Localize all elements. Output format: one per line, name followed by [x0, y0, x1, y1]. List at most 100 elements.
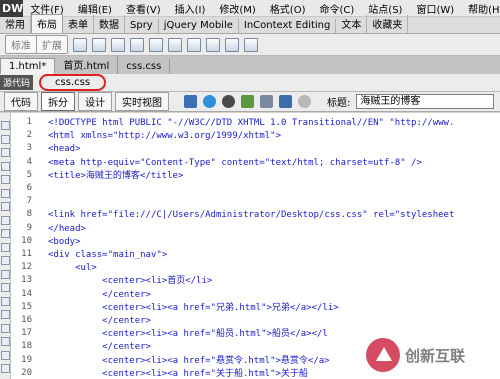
- spry-menu-icon[interactable]: [130, 37, 144, 52]
- menu-insert[interactable]: 插入(I): [168, 1, 213, 16]
- code-line[interactable]: </center>: [48, 289, 151, 301]
- div-tag-icon[interactable]: [73, 37, 87, 52]
- line-number: 8: [26, 209, 32, 220]
- standard-mode-button[interactable]: 标准: [6, 36, 36, 53]
- coding-tool-icon[interactable]: [1, 175, 10, 184]
- visual-aids-icon[interactable]: [260, 95, 273, 108]
- iframe-icon[interactable]: [225, 37, 239, 52]
- code-line[interactable]: <head>: [48, 143, 81, 155]
- menu-commands[interactable]: 命令(C): [313, 1, 362, 16]
- menu-window[interactable]: 窗口(W): [409, 1, 461, 16]
- tab-spry[interactable]: Spry: [125, 19, 159, 33]
- code-line[interactable]: <div class="main_nav">: [48, 249, 167, 261]
- expanded-mode-button[interactable]: 扩展: [36, 36, 67, 53]
- tab-layout[interactable]: 布局: [31, 14, 63, 33]
- line-number: 6: [26, 183, 32, 193]
- code-line[interactable]: </center>: [48, 341, 151, 353]
- coding-tool-icon[interactable]: [1, 323, 10, 333]
- coding-tool-icon[interactable]: [1, 337, 10, 346]
- code-line[interactable]: </center>: [48, 315, 151, 327]
- line-number: 12: [21, 262, 32, 273]
- tab-data[interactable]: 数据: [94, 15, 125, 33]
- code-line[interactable]: <html xmlns="http://www.w3.org/1999/xhtm…: [48, 130, 281, 142]
- tab-incontext-editing[interactable]: InContext Editing: [239, 19, 337, 33]
- coding-tool-icon[interactable]: [1, 269, 10, 279]
- line-number: 1: [26, 117, 32, 127]
- code-line[interactable]: <body>: [48, 236, 81, 248]
- doc-tab-home-html[interactable]: 首页.html: [55, 55, 119, 74]
- related-file-css[interactable]: css.css: [39, 74, 107, 91]
- tab-jquery-mobile[interactable]: jQuery Mobile: [159, 19, 239, 33]
- coding-tool-icon[interactable]: [1, 134, 10, 144]
- code-line[interactable]: <!DOCTYPE html PUBLIC "-//W3C//DTD XHTML…: [48, 117, 454, 129]
- code-line[interactable]: <center><li><a href="悬赏令.html">悬赏令</a>: [48, 355, 329, 367]
- code-view-button[interactable]: 代码: [4, 92, 38, 111]
- frames-icon[interactable]: [244, 37, 258, 52]
- coding-tool-icon[interactable]: [1, 202, 10, 211]
- coding-tool-icon[interactable]: [1, 121, 10, 130]
- coding-tool-icon[interactable]: [1, 161, 10, 171]
- tab-common[interactable]: 常用: [0, 15, 31, 33]
- doc-tab-1-html[interactable]: 1.html*: [0, 58, 56, 74]
- menu-modify[interactable]: 修改(M): [212, 1, 262, 16]
- related-files-bar: 源代码 css.css: [0, 74, 500, 92]
- coding-tool-icon[interactable]: [1, 188, 10, 198]
- fluid-grid-icon[interactable]: [92, 37, 106, 52]
- tab-favorites[interactable]: 收藏夹: [367, 15, 409, 33]
- coding-tool-icon[interactable]: [1, 215, 10, 225]
- coding-tool-icon[interactable]: [1, 229, 10, 238]
- line-number: 18: [21, 341, 32, 352]
- line-number: 5: [26, 169, 32, 180]
- design-view-button[interactable]: 设计: [78, 92, 112, 111]
- menu-view[interactable]: 查看(V): [119, 1, 168, 16]
- view-tool-icons: [184, 95, 311, 108]
- menu-format[interactable]: 格式(O): [263, 1, 313, 16]
- multiscreen-icon[interactable]: [184, 95, 197, 108]
- split-view-button[interactable]: 拆分: [41, 92, 75, 111]
- code-line[interactable]: </head>: [48, 223, 86, 235]
- coding-tool-icon[interactable]: [1, 296, 10, 306]
- document-title-input[interactable]: 海贼王的博客: [356, 94, 495, 109]
- code-line[interactable]: <center><li><a href="兄弟.html">兄弟</a></li…: [48, 302, 339, 314]
- live-view-button[interactable]: 实时视图: [115, 92, 169, 111]
- code-editor[interactable]: 1 2 3 4 5 6 7 8 9 10 11 12 13 14 15 16 17 18 19 20 <!DOCTYP…: [0, 113, 500, 379]
- coding-tool-icon[interactable]: [1, 242, 10, 252]
- code-line[interactable]: <link href="file:///C|/Users/Administrat…: [48, 209, 454, 221]
- code-line[interactable]: <center><li>首页</li>: [48, 275, 212, 287]
- coding-tool-icon[interactable]: [1, 364, 10, 373]
- spry-tabs-icon[interactable]: [149, 37, 163, 52]
- source-code-button[interactable]: 源代码: [0, 75, 34, 90]
- spry-collapsible-icon[interactable]: [187, 37, 201, 52]
- line-number: 11: [21, 249, 32, 259]
- menu-site[interactable]: 站点(S): [361, 1, 409, 16]
- ap-div-icon[interactable]: [111, 37, 125, 52]
- code-line[interactable]: <center><li><a href="关于船.html">关于船: [48, 368, 308, 379]
- tab-text[interactable]: 文本: [336, 15, 368, 33]
- validation-icon[interactable]: [241, 95, 254, 108]
- table-icon[interactable]: [206, 37, 220, 52]
- insert-panel-tabs: 常用 布局 表单 数据 Spry jQuery Mobile InContext…: [0, 14, 500, 34]
- browser-preview-icon[interactable]: [203, 95, 216, 108]
- line-number: 17: [21, 328, 32, 339]
- line-number: 16: [21, 315, 32, 325]
- code-line[interactable]: <title>海贼王的博客</title>: [48, 170, 183, 182]
- menu-help[interactable]: 帮助(H): [461, 1, 500, 16]
- coding-tool-icon[interactable]: [1, 350, 10, 360]
- coding-tool-icon[interactable]: [1, 256, 10, 265]
- tab-forms[interactable]: 表单: [63, 15, 94, 33]
- code-line[interactable]: <ul>: [48, 262, 97, 274]
- file-management-icon[interactable]: [222, 95, 235, 108]
- document-tabs: 1.html* 首页.html css.css: [0, 55, 500, 74]
- document-toolbar: 代码 拆分 设计 实时视图 标题: 海贼王的博客: [0, 92, 500, 112]
- line-number: 9: [26, 222, 32, 233]
- doc-tab-css[interactable]: css.css: [118, 59, 171, 74]
- coding-tool-icon[interactable]: [1, 148, 10, 157]
- spry-accordion-icon[interactable]: [168, 37, 182, 52]
- coding-tool-icon[interactable]: [1, 310, 10, 319]
- check-compatibility-icon[interactable]: [279, 95, 292, 108]
- code-line[interactable]: <meta http-equiv="Content-Type" content=…: [48, 157, 422, 169]
- refresh-icon[interactable]: [298, 95, 311, 108]
- code-line[interactable]: <center><li><a href="船员.html">船员</a></l: [48, 328, 328, 340]
- coding-tool-icon[interactable]: [1, 283, 10, 292]
- menu-edit[interactable]: 编辑(E): [71, 1, 119, 16]
